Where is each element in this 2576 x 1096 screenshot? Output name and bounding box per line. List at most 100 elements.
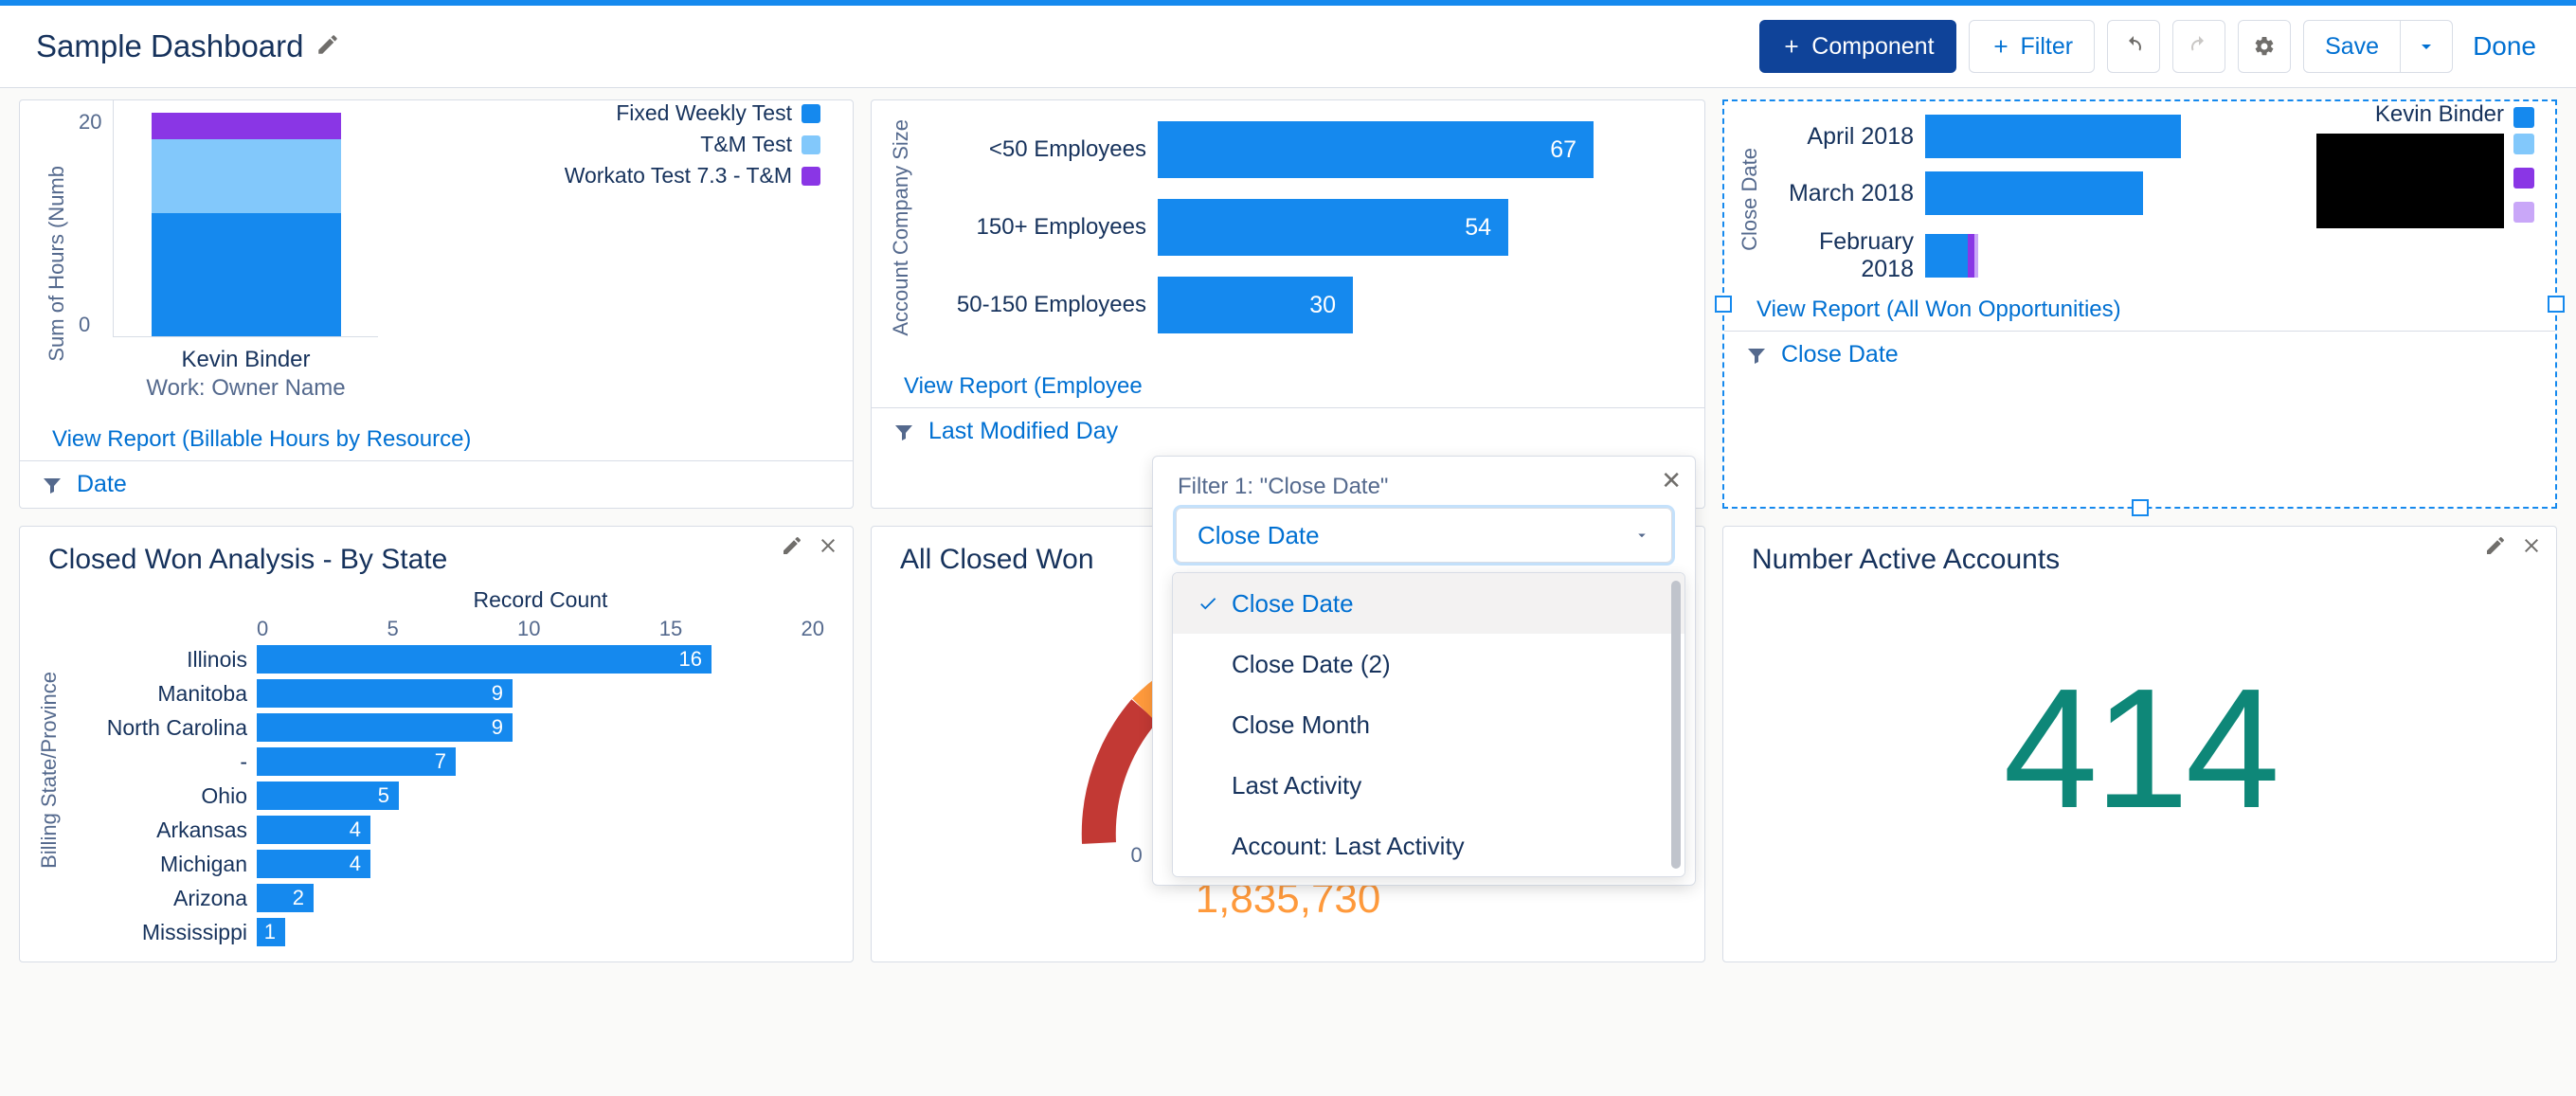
popover-select[interactable]: Close Date: [1176, 508, 1672, 563]
card1-y-axis-title: Sum of Hours (Numb: [41, 166, 73, 362]
card2-footer-filter[interactable]: Last Modified Day: [872, 407, 1704, 455]
add-filter-button[interactable]: Filter: [1969, 20, 2096, 73]
done-button[interactable]: Done: [2465, 20, 2544, 73]
c4-bar-value: 9: [492, 715, 503, 740]
card1-stacked-bar[interactable]: [152, 113, 341, 336]
popover-option[interactable]: Close Date (2): [1173, 634, 1684, 694]
c2-row-label: 50-150 Employees: [928, 292, 1146, 318]
filter-popover: ✕ Filter 1: "Close Date" Close Date Clos…: [1152, 456, 1696, 886]
save-dropdown-button[interactable]: [2400, 20, 2453, 73]
card-close-icon[interactable]: [817, 534, 839, 557]
card-edit-icon[interactable]: [781, 534, 803, 557]
c3-row-label: March 2018: [1762, 180, 1914, 207]
card-active-accounts[interactable]: Number Active Accounts 414: [1722, 526, 2557, 962]
save-button[interactable]: Save: [2303, 20, 2401, 73]
resize-handle-bottom[interactable]: [2132, 499, 2149, 516]
card3-legend-redacted: [2316, 134, 2504, 228]
card4-title: Closed Won Analysis - By State: [20, 527, 853, 587]
c3-row-label: February 2018: [1762, 228, 1914, 283]
card-employee-size[interactable]: Account Company Size <50 Employees67 150…: [871, 99, 1705, 509]
popover-option[interactable]: Account: Last Activity: [1173, 816, 1684, 876]
c3-row-label: April 2018: [1762, 123, 1914, 151]
tick: 10: [517, 617, 540, 641]
c2-row-label: 150+ Employees: [928, 214, 1146, 241]
c4-row-label: North Carolina: [67, 715, 257, 741]
c4-row-label: Manitoba: [67, 681, 257, 707]
card-close-icon[interactable]: [2520, 534, 2543, 557]
c4-bar[interactable]: 4: [257, 816, 370, 844]
chevron-down-icon: [1633, 527, 1650, 544]
title-wrap: Sample Dashboard: [36, 28, 340, 64]
card2-report-link[interactable]: View Report (Employee: [904, 373, 1143, 399]
settings-button[interactable]: [2238, 20, 2291, 73]
card1-seg-workato: [152, 113, 341, 139]
c2-bar[interactable]: 30: [1158, 277, 1353, 333]
c4-bar[interactable]: 5: [257, 782, 399, 810]
card1-tick-0: 0: [79, 313, 101, 337]
popover-option-label: Last Activity: [1232, 771, 1361, 800]
c4-row-label: Mississippi: [67, 920, 257, 945]
c4-bar-value: 1: [264, 920, 276, 944]
tick: 15: [659, 617, 682, 641]
popover-menu[interactable]: Close Date Close Date (2) Close Month La…: [1172, 572, 1685, 877]
c4-bar[interactable]: 9: [257, 713, 513, 742]
c2-bar-value: 30: [1309, 292, 1336, 319]
card3-report-link[interactable]: View Report (All Won Opportunities): [1756, 296, 2121, 322]
card3-rows: April 2018 March 2018 February 2018: [1762, 101, 2305, 296]
c4-bar[interactable]: 16: [257, 645, 712, 674]
c4-bar[interactable]: 4: [257, 850, 370, 878]
card-closed-won-by-state[interactable]: Closed Won Analysis - By State Billing S…: [19, 526, 854, 962]
resize-handle-right[interactable]: [2548, 296, 2565, 313]
edit-title-icon[interactable]: [315, 32, 340, 62]
add-filter-label: Filter: [2021, 33, 2074, 61]
c4-row: Manitoba9: [67, 679, 824, 708]
c2-bar[interactable]: 67: [1158, 121, 1594, 178]
card4-rows: Illinois16Manitoba9North Carolina9-7Ohio…: [67, 645, 824, 946]
card-billable-hours[interactable]: Sum of Hours (Numb 20 0 Kevin Binder Wor: [19, 99, 854, 509]
resize-handle-left[interactable]: [1715, 296, 1732, 313]
c3-bar[interactable]: [1925, 171, 2143, 215]
c2-bar[interactable]: 54: [1158, 199, 1508, 256]
card2-y-axis-title: Account Company Size: [889, 119, 913, 336]
card1-report-link[interactable]: View Report (Billable Hours by Resource): [52, 426, 471, 452]
card4-x-ticks: 0 5 10 15 20: [257, 617, 824, 641]
filter-icon: [1745, 344, 1768, 367]
c4-bar[interactable]: 2: [257, 884, 314, 912]
toolbar: Component Filter Save Done: [1759, 20, 2544, 73]
card3-footer-filter[interactable]: Close Date: [1724, 331, 2555, 378]
c3-bar[interactable]: [1925, 234, 1978, 278]
card6-title: Number Active Accounts: [1723, 527, 2556, 587]
c4-bar[interactable]: 1: [257, 918, 285, 946]
popover-selected-label: Close Date: [1198, 521, 1320, 550]
popover-option[interactable]: Close Month: [1173, 694, 1684, 755]
popover-option-label: Close Date (2): [1232, 650, 1391, 679]
popover-close-icon[interactable]: ✕: [1661, 466, 1682, 495]
filter-icon: [41, 474, 63, 496]
c4-row-label: -: [67, 749, 257, 775]
c4-row-label: Ohio: [67, 783, 257, 809]
popover-option[interactable]: Close Date: [1173, 573, 1684, 634]
done-label: Done: [2473, 31, 2536, 62]
c4-row: -7: [67, 747, 824, 776]
popover-option[interactable]: Last Activity: [1173, 755, 1684, 816]
card1-legend: Fixed Weekly Test T&M Test Workato Test …: [565, 100, 820, 194]
redo-button[interactable]: [2172, 20, 2225, 73]
popover-title: Filter 1: "Close Date": [1153, 474, 1695, 508]
card1-x-sub: Work: Owner Name: [113, 375, 378, 402]
legend-swatch: [802, 167, 820, 186]
undo-button[interactable]: [2107, 20, 2160, 73]
add-component-label: Component: [1811, 33, 1934, 61]
add-component-button[interactable]: Component: [1759, 20, 1955, 73]
c4-bar[interactable]: 9: [257, 679, 513, 708]
c4-bar-value: 2: [293, 886, 304, 910]
gauge-tick-0: 0: [1131, 843, 1143, 868]
c4-bar[interactable]: 7: [257, 747, 456, 776]
card-won-opportunities[interactable]: Close Date April 2018 March 2018 Februar…: [1722, 99, 2557, 509]
c4-row: Illinois16: [67, 645, 824, 674]
card4-x-title: Record Count: [257, 587, 824, 613]
c3-bar[interactable]: [1925, 115, 2181, 158]
card-edit-icon[interactable]: [2484, 534, 2507, 557]
legend-item: Fixed Weekly Test: [616, 100, 792, 126]
page-title: Sample Dashboard: [36, 28, 304, 64]
card1-footer-filter[interactable]: Date: [20, 460, 853, 508]
